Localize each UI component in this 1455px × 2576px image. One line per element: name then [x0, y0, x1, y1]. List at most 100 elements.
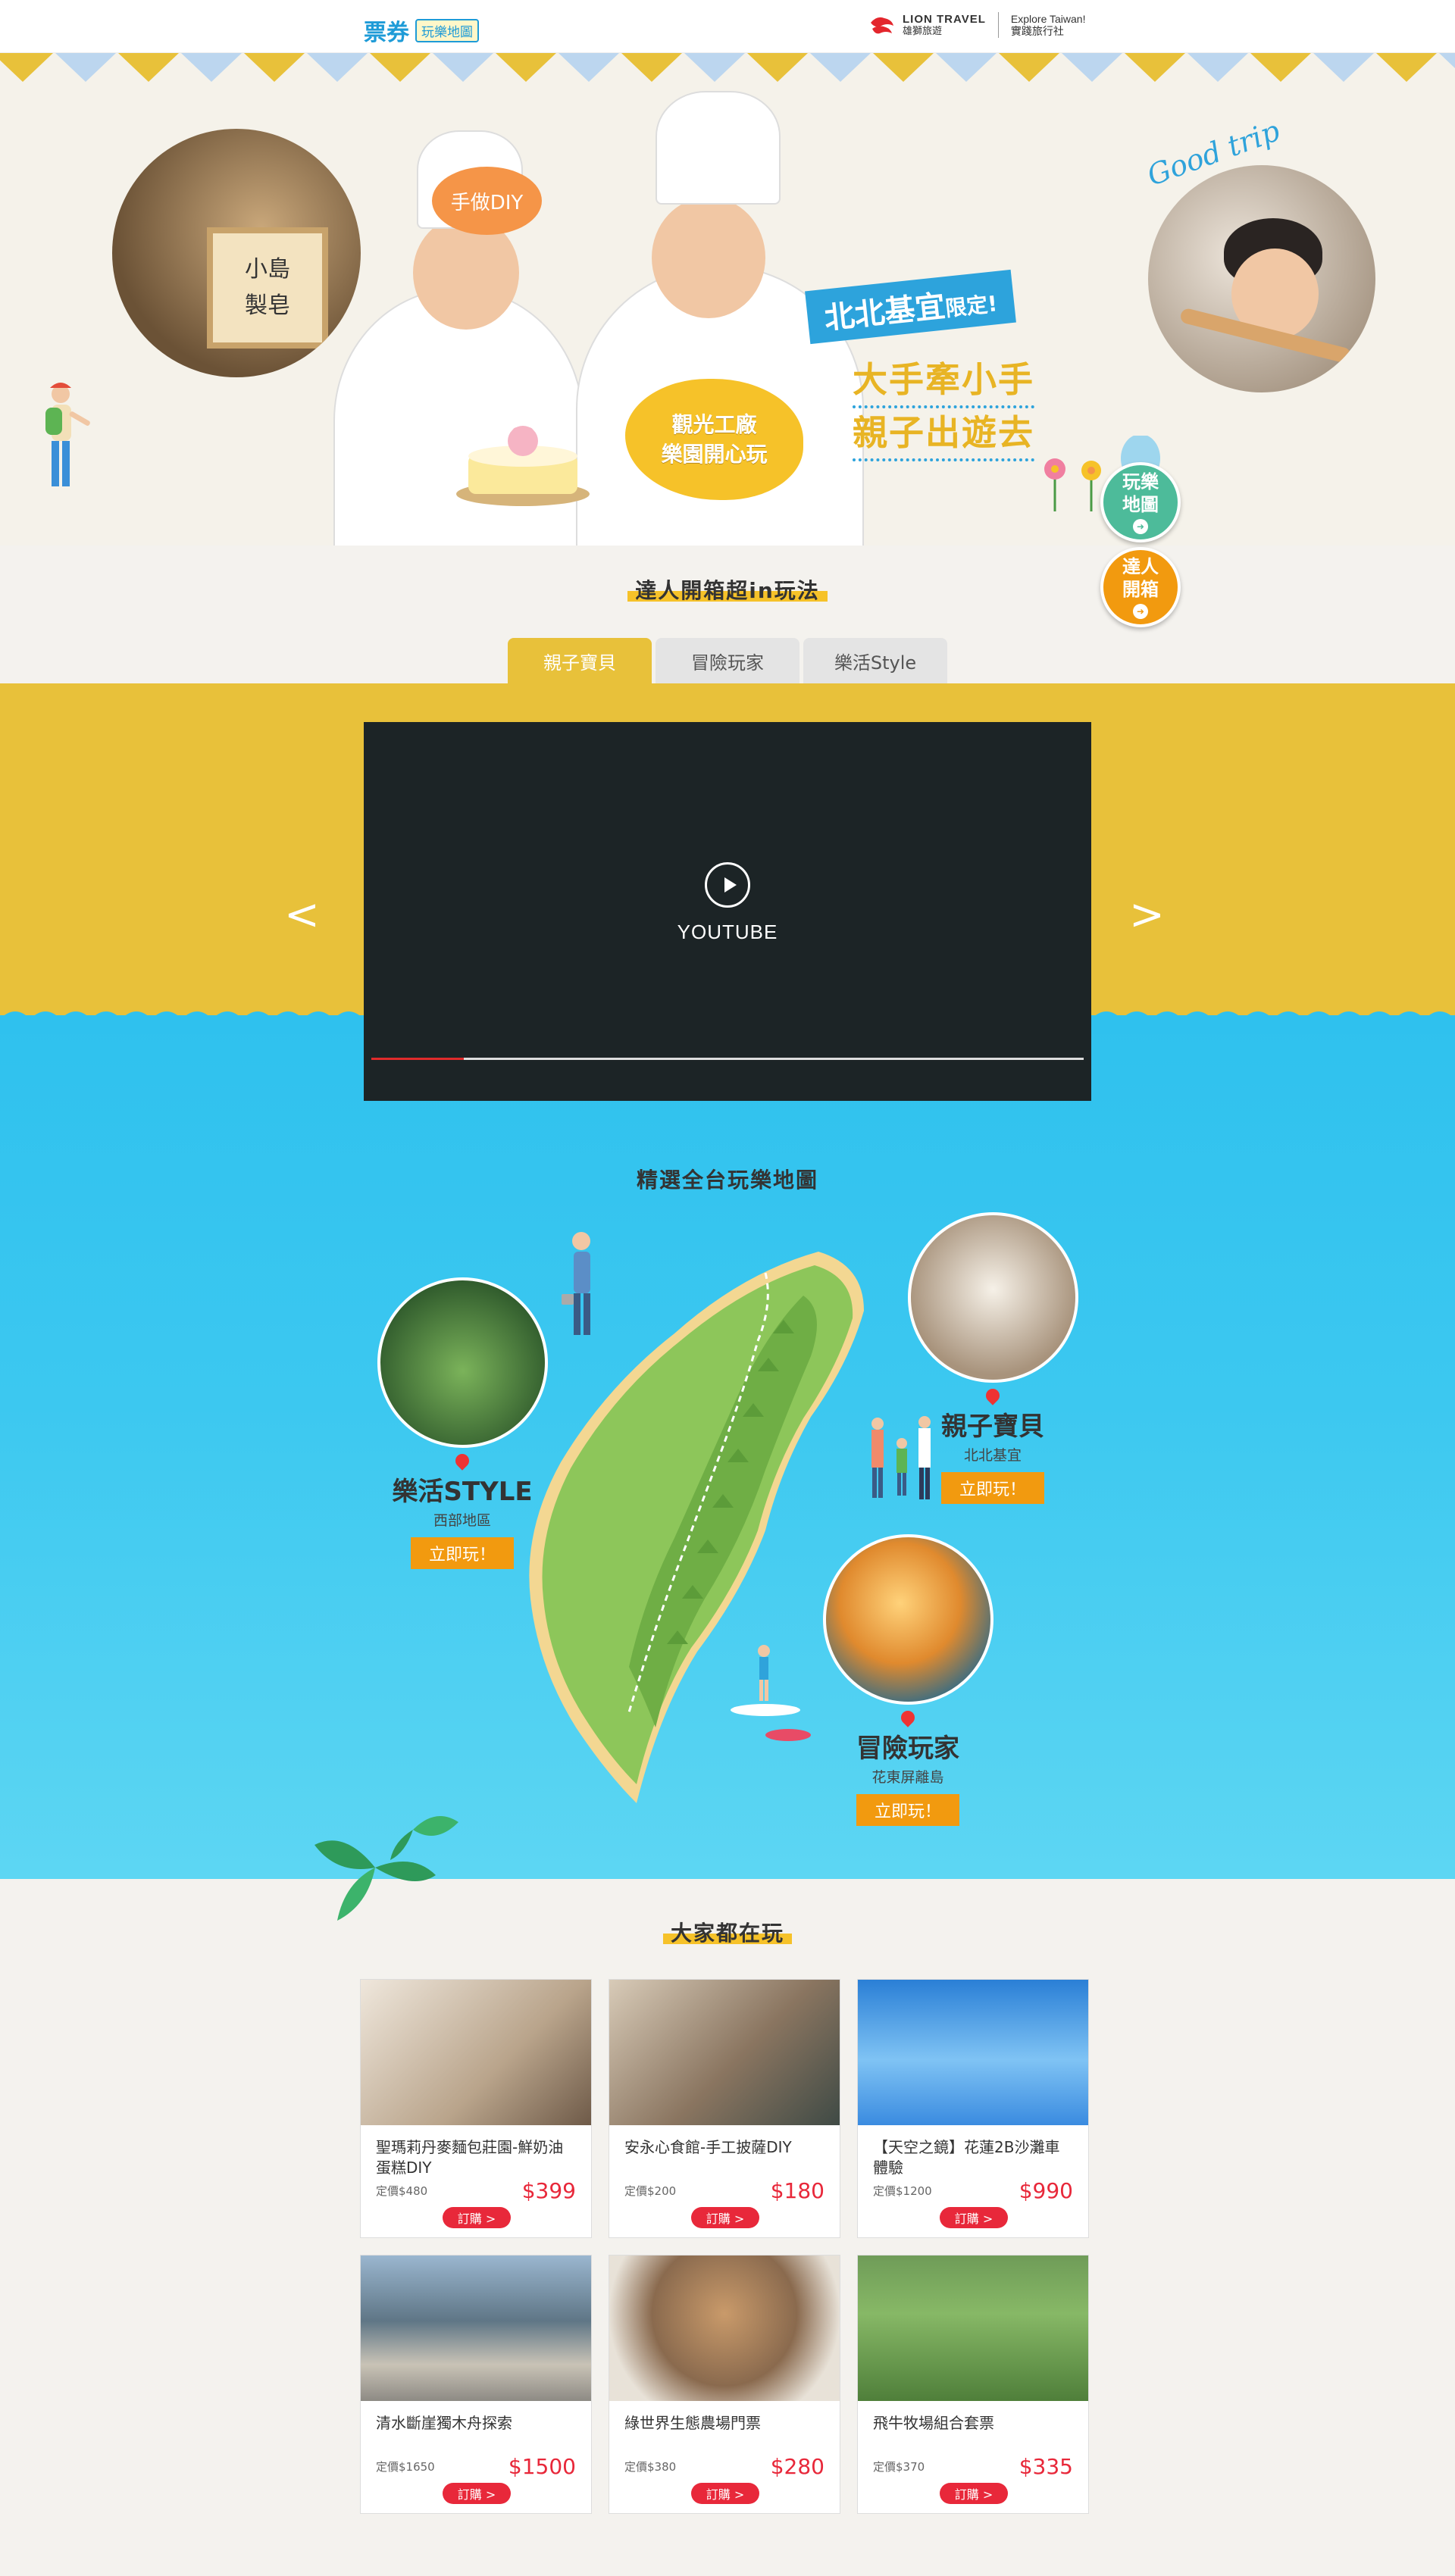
product-title: 清水斷崖獨木舟探索 [376, 2414, 512, 2432]
mother-chef-hat [656, 91, 781, 205]
order-button[interactable]: 訂購 > [443, 2483, 511, 2504]
bunting-flag [118, 53, 179, 82]
product-title: 聖瑪莉丹麥麵包莊園-鮮奶油蛋糕DIY [376, 2138, 564, 2177]
paddleboard-illustration [731, 1645, 811, 1741]
spot-family-play-button[interactable]: 立即玩！ [940, 1472, 1044, 1504]
spot-lohas-play-button[interactable]: 立即玩！ [410, 1537, 514, 1569]
product-price: $1500 [508, 2454, 576, 2479]
video-progress-fill [371, 1058, 465, 1060]
bunting-flag [1250, 53, 1311, 82]
popular-section-title: 大家都在玩 [576, 1917, 879, 1947]
map-nav-button[interactable]: 玩樂 地圖 ➜ [1100, 462, 1181, 542]
hero-headline-1: 大手牽小手 [853, 352, 1034, 408]
tab-lohas[interactable]: 樂活Style [803, 638, 947, 683]
video-progress-bar[interactable] [371, 1058, 1084, 1060]
spot-lohas-name: 樂活STYLE [392, 1477, 533, 1507]
badge-main: 北北基宜 [822, 289, 947, 336]
soap-workshop-photo: 小島 製皂 [112, 129, 361, 377]
arrow-right-icon: ➜ [1133, 604, 1148, 619]
product-card[interactable]: 安永心食館-手工披薩DIY 定價$200 $180 訂購 > [609, 1979, 840, 2238]
order-button[interactable]: 訂購 > [691, 2207, 759, 2228]
product-original-price: 定價$1200 [873, 2184, 932, 2198]
badge-small: 限定! [943, 291, 999, 322]
bunting-flag [999, 53, 1059, 82]
bunting-flag [307, 53, 368, 82]
bunting-flag [1376, 53, 1437, 82]
product-price: $180 [770, 2178, 824, 2203]
hiker-illustration [45, 383, 90, 486]
product-title: 【天空之鏡】花蓮2B沙灘車體驗 [873, 2138, 1060, 2177]
spot-lohas-photo [377, 1277, 548, 1448]
product-grid: 聖瑪莉丹麥麵包莊園-鮮奶油蛋糕DIY 定價$480 $399 訂購 > 安永心食… [360, 1979, 1089, 2514]
youtube-video-player[interactable]: YOUTUBE [364, 722, 1091, 1101]
site-logo[interactable]: 票券 玩樂地圖 [364, 14, 479, 47]
diy-bubble: 手做DIY [432, 167, 542, 235]
chef-family-photo [333, 91, 879, 546]
bunting-flag [370, 53, 430, 82]
bunting-flag [810, 53, 871, 82]
map-nav-line-1: 玩樂 [1122, 471, 1159, 492]
spot-family[interactable]: 親子寶貝 北北基宜 立即玩！ [906, 1212, 1080, 1504]
product-card[interactable]: 【天空之鏡】花蓮2B沙灘車體驗 定價$1200 $990 訂購 > [857, 1979, 1089, 2238]
expert-title-text: 達人開箱超in玩法 [627, 578, 828, 603]
bunting-flag [621, 53, 682, 82]
order-button[interactable]: 訂購 > [940, 2207, 1008, 2228]
product-price: $399 [521, 2178, 576, 2203]
hero-headline-2: 親子出遊去 [853, 405, 1034, 461]
order-button[interactable]: 訂購 > [691, 2483, 759, 2504]
map-title-text: 精選全台玩樂地圖 [629, 1168, 826, 1193]
product-card[interactable]: 清水斷崖獨木舟探索 定價$1650 $1500 訂購 > [360, 2255, 592, 2514]
video-prev-arrow[interactable]: < [284, 890, 320, 939]
product-card[interactable]: 飛牛牧場組合套票 定價$370 $335 訂購 > [857, 2255, 1089, 2514]
bunting-flag [559, 53, 619, 82]
product-title: 飛牛牧場組合套票 [873, 2414, 994, 2432]
product-original-price: 定價$370 [873, 2460, 925, 2474]
tab-family[interactable]: 親子寶貝 [508, 638, 652, 683]
brand-tag: 玩樂地圖 [415, 18, 479, 42]
partner-name-en: LION TRAVEL [903, 13, 986, 27]
product-title: 安永心食館-手工披薩DIY [624, 2138, 792, 2156]
hero-banner: 小島 製皂 手做DIY 觀光工廠 樂園開心玩 北北基宜限定! 大手牽小手 親子出… [0, 53, 1455, 546]
location-pin-icon [452, 1451, 472, 1471]
spot-adventure[interactable]: 冒險玩家 花東屏離島 立即玩！ [821, 1534, 995, 1826]
spot-adventure-photo [822, 1534, 993, 1705]
tab-adventure[interactable]: 冒險玩家 [656, 638, 799, 683]
map-nav-line-2: 地圖 [1122, 494, 1159, 515]
product-image [609, 2256, 840, 2401]
order-button[interactable]: 訂購 > [443, 2207, 511, 2228]
video-next-arrow[interactable]: > [1129, 890, 1165, 939]
farmer-illustration [562, 1232, 590, 1335]
product-original-price: 定價$200 [624, 2184, 677, 2198]
order-button[interactable]: 訂購 > [940, 2483, 1008, 2504]
brand-name: 票券 [364, 20, 409, 45]
bunting-flag [1125, 53, 1185, 82]
factory-line-1: 觀光工廠 [671, 411, 757, 437]
bunting-decoration [0, 53, 1455, 82]
expert-nav-line-2: 開箱 [1122, 579, 1159, 600]
bunting-flag [55, 53, 116, 82]
expert-nav-button[interactable]: 達人 開箱 ➜ [1100, 547, 1181, 627]
product-image [858, 2256, 1088, 2401]
spot-lohas[interactable]: 樂活STYLE 西部地區 立即玩！ [375, 1277, 549, 1569]
product-image [609, 1980, 840, 2125]
bunting-flag [747, 53, 808, 82]
sign-line-1: 小島 [245, 256, 290, 283]
spot-adventure-play-button[interactable]: 立即玩！ [856, 1794, 959, 1826]
play-icon[interactable] [705, 862, 750, 908]
partner-logo[interactable]: LION TRAVEL 雄獅旅遊 Explore Taiwan! 實踐旅行社 [868, 12, 1085, 38]
product-card[interactable]: 聖瑪莉丹麥麵包莊園-鮮奶油蛋糕DIY 定價$480 $399 訂購 > [360, 1979, 592, 2238]
bunting-flag [1313, 53, 1374, 82]
youtube-label: YOUTUBE [677, 921, 778, 943]
bunting-flag [1439, 53, 1455, 68]
product-title: 綠世界生態農場門票 [624, 2414, 761, 2432]
top-bar: 票券 玩樂地圖 LION TRAVEL 雄獅旅遊 Explore Taiwan!… [0, 0, 1455, 53]
product-image [361, 2256, 591, 2401]
spot-adventure-name: 冒險玩家 [856, 1733, 959, 1764]
product-card[interactable]: 綠世界生態農場門票 定價$380 $280 訂購 > [609, 2255, 840, 2514]
product-price: $280 [770, 2454, 824, 2479]
spot-family-name: 親子寶貝 [941, 1411, 1044, 1442]
bunting-flag [1062, 53, 1122, 82]
factory-line-2: 樂園開心玩 [661, 442, 768, 467]
expert-nav-line-1: 達人 [1122, 556, 1159, 577]
lion-travel-text: LION TRAVEL 雄獅旅遊 [903, 14, 986, 36]
